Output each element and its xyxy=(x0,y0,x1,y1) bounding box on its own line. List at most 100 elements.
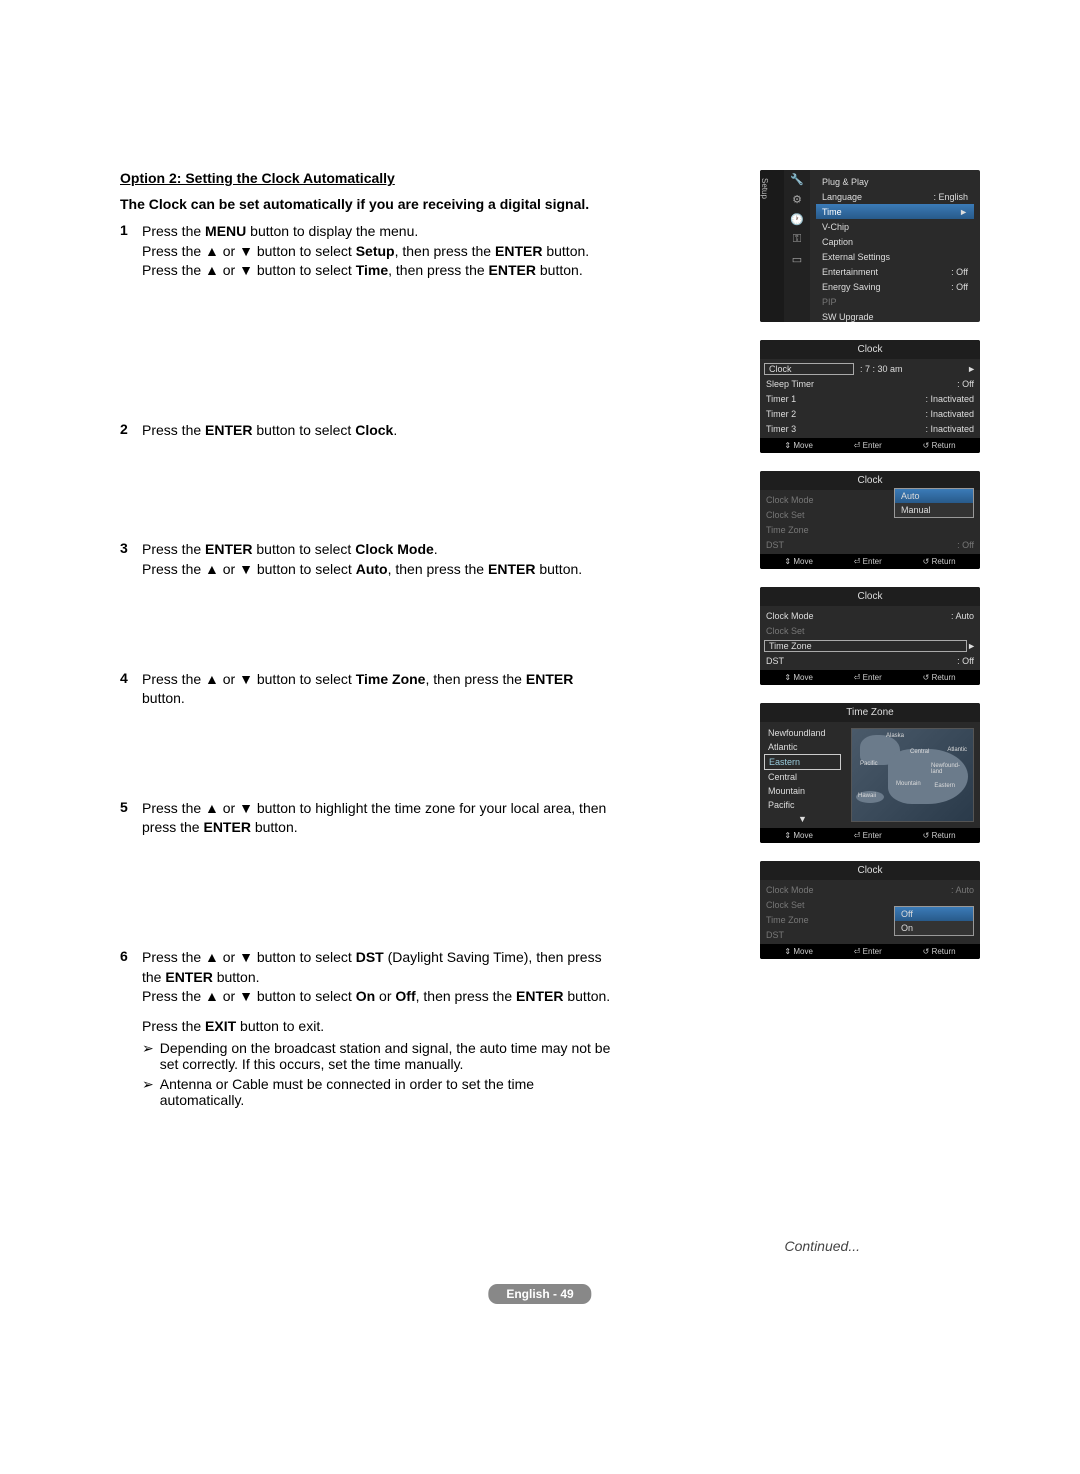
cc-icon: ▭ xyxy=(784,250,810,270)
step-4-text: Press the ▲ or ▼ button to select Time Z… xyxy=(142,670,620,709)
osd-time-zone-row: Clock Clock Mode: Auto Clock Set Time Zo… xyxy=(760,587,980,685)
zone-mountain: Mountain xyxy=(764,784,841,798)
pointer-icon: ➢ xyxy=(142,1040,154,1072)
row-clock-set: Clock Set xyxy=(760,623,980,638)
map-label-newfoundland: Newfound-land xyxy=(931,763,971,775)
enter-icon: ⏎ xyxy=(854,673,861,682)
step-6-text: Press the ▲ or ▼ button to select DST (D… xyxy=(142,948,620,1036)
step-6: 6 Press the ▲ or ▼ button to select DST … xyxy=(120,948,620,1108)
step-num-6: 6 xyxy=(120,948,142,1036)
menu-language: Language: English xyxy=(816,189,974,204)
zone-atlantic: Atlantic xyxy=(764,740,841,754)
step-num-1: 1 xyxy=(120,222,142,281)
row-clock-mode: Clock Mode: Auto xyxy=(760,608,980,623)
page-heading: Option 2: Setting the Clock Automaticall… xyxy=(120,170,620,186)
row-time-zone: Time Zone xyxy=(760,522,980,537)
row-clock: Clock : 7 : 30 am ► xyxy=(760,361,980,376)
osd-footer: ⇕ Move ⏎ Enter ↺ Return xyxy=(760,438,980,453)
osd-footer: ⇕ Move ⏎ Enter ↺ Return xyxy=(760,944,980,959)
return-icon: ↺ xyxy=(923,441,930,450)
gear-icon: ⚙ xyxy=(784,190,810,210)
row-timer2: Timer 2: Inactivated xyxy=(760,406,980,421)
row-time-zone-selected: Time Zone ► xyxy=(760,638,980,653)
menu-entertainment: Entertainment: Off xyxy=(816,264,974,279)
lock-icon: ⚿ xyxy=(784,230,810,250)
row-sleep-timer: Sleep Timer: Off xyxy=(760,376,980,391)
updown-icon: ⇕ xyxy=(784,831,791,840)
zone-pacific: Pacific xyxy=(764,798,841,812)
enter-icon: ⏎ xyxy=(854,947,861,956)
zone-central: Central xyxy=(764,770,841,784)
scroll-down-icon: ▼ xyxy=(764,812,841,826)
page-number: English - 49 xyxy=(488,1284,591,1304)
row-dst: DST: Off xyxy=(760,537,980,552)
row-timer3: Timer 3: Inactivated xyxy=(760,421,980,436)
menu-plug-play: Plug & Play xyxy=(816,174,974,189)
step-num-4: 4 xyxy=(120,670,142,709)
caret-right-icon: ► xyxy=(959,207,968,217)
popup-option-off: Off xyxy=(895,907,973,921)
updown-icon: ⇕ xyxy=(784,441,791,450)
popup-dst: Off On xyxy=(894,906,974,936)
step-3: 3 Press the ENTER button to select Clock… xyxy=(120,540,620,579)
time-zone-map: Alaska Pacific Central Atlantic Newfound… xyxy=(851,728,974,822)
row-clock-mode: Clock Mode: Auto xyxy=(760,882,980,897)
updown-icon: ⇕ xyxy=(784,557,791,566)
osd-clock-menu: Clock Clock : 7 : 30 am ► Sleep Timer: O… xyxy=(760,340,980,453)
map-label-eastern: Eastern xyxy=(934,783,955,789)
osd-footer: ⇕ Move ⏎ Enter ↺ Return xyxy=(760,828,980,843)
step-num-3: 3 xyxy=(120,540,142,579)
continued-label: Continued... xyxy=(785,1238,861,1254)
return-icon: ↺ xyxy=(923,831,930,840)
row-timer1: Timer 1: Inactivated xyxy=(760,391,980,406)
wrench-icon: 🔧 xyxy=(784,170,810,190)
step-1: 1 Press the MENU button to display the m… xyxy=(120,222,620,281)
updown-icon: ⇕ xyxy=(784,947,791,956)
osd-title: Clock xyxy=(760,587,980,606)
menu-vchip: V-Chip xyxy=(816,219,974,234)
popup-option-on: On xyxy=(895,921,973,935)
menu-caption: Caption xyxy=(816,234,974,249)
map-label-pacific: Pacific xyxy=(860,761,878,767)
enter-icon: ⏎ xyxy=(854,441,861,450)
osd-setup-menu: Setup 🔧 ⚙ 🕐 ⚿ ▭ Plug & Play Language: En… xyxy=(760,170,980,322)
map-label-alaska: Alaska xyxy=(886,733,904,739)
step-3-text: Press the ENTER button to select Clock M… xyxy=(142,540,620,579)
time-zone-list: Newfoundland Atlantic Eastern Central Mo… xyxy=(760,722,845,828)
step-1-text: Press the MENU button to display the men… xyxy=(142,222,620,281)
menu-sw-upgrade: SW Upgrade xyxy=(816,309,974,322)
popup-option-manual: Manual xyxy=(895,503,973,517)
step-5: 5 Press the ▲ or ▼ button to highlight t… xyxy=(120,799,620,838)
enter-icon: ⏎ xyxy=(854,557,861,566)
note-1: ➢ Depending on the broadcast station and… xyxy=(142,1040,620,1072)
step-num-2: 2 xyxy=(120,421,142,441)
pointer-icon: ➢ xyxy=(142,1076,154,1108)
osd-footer: ⇕ Move ⏎ Enter ↺ Return xyxy=(760,554,980,569)
return-icon: ↺ xyxy=(923,557,930,566)
caret-right-icon: ► xyxy=(967,364,976,374)
menu-pip: PIP xyxy=(816,294,974,309)
popup-clock-mode: Auto Manual xyxy=(894,488,974,518)
map-label-mountain: Mountain xyxy=(896,781,921,787)
step-2-text: Press the ENTER button to select Clock. xyxy=(142,421,620,441)
popup-option-auto: Auto xyxy=(895,489,973,503)
row-dst: DST: Off xyxy=(760,653,980,668)
osd-footer: ⇕ Move ⏎ Enter ↺ Return xyxy=(760,670,980,685)
return-icon: ↺ xyxy=(923,947,930,956)
menu-external-settings: External Settings xyxy=(816,249,974,264)
page-intro: The Clock can be set automatically if yo… xyxy=(120,196,620,212)
caret-right-icon: ► xyxy=(967,641,976,651)
step-2: 2 Press the ENTER button to select Clock… xyxy=(120,421,620,441)
osd-dst: Clock Clock Mode: Auto Clock Set Time Zo… xyxy=(760,861,980,959)
menu-time-selected: Time► xyxy=(816,204,974,219)
osd-clock-mode: Clock Clock Mode: Clock Set Time Zone DS… xyxy=(760,471,980,569)
side-tab-setup: Setup xyxy=(760,178,769,199)
map-label-atlantic: Atlantic xyxy=(947,747,967,753)
note-2: ➢ Antenna or Cable must be connected in … xyxy=(142,1076,620,1108)
clock-icon: 🕐 xyxy=(784,210,810,230)
map-label-hawaii: Hawaii xyxy=(858,793,876,799)
osd-title: Clock xyxy=(760,340,980,359)
osd-time-zone-map: Time Zone Newfoundland Atlantic Eastern … xyxy=(760,703,980,843)
step-5-text: Press the ▲ or ▼ button to highlight the… xyxy=(142,799,620,838)
step-4: 4 Press the ▲ or ▼ button to select Time… xyxy=(120,670,620,709)
